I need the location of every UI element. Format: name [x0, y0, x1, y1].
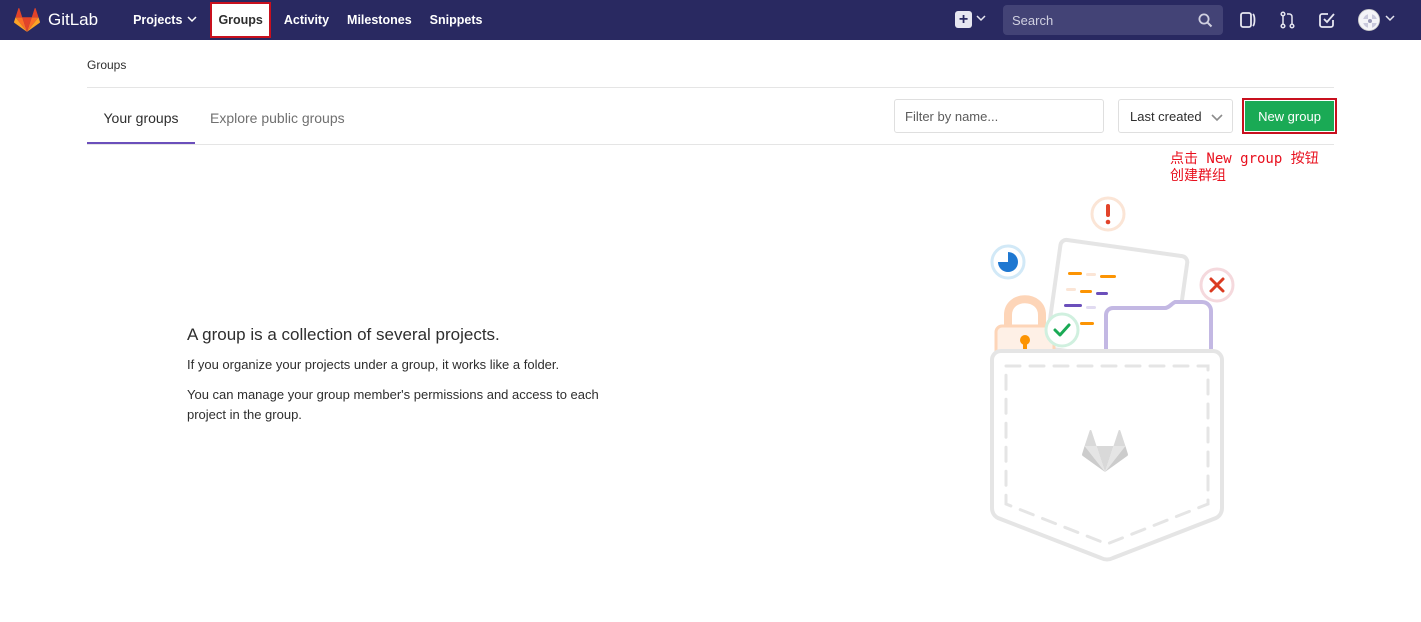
chevron-down-icon: [187, 15, 197, 26]
chevron-down-icon: [976, 14, 986, 25]
empty-state-title: A group is a collection of several proje…: [187, 325, 500, 344]
search-input[interactable]: [1012, 12, 1192, 28]
tab-explore-public-groups[interactable]: Explore public groups: [210, 110, 345, 126]
sort-selected-label: Last created: [1130, 108, 1202, 124]
avatar-pattern-icon: [1359, 10, 1379, 30]
nav-snippets-label: Snippets: [429, 13, 483, 27]
chevron-down-icon[interactable]: [1385, 14, 1395, 25]
top-navbar: GitLab Projects Groups Activity Mileston…: [0, 0, 1421, 40]
empty-state-paragraph-2: You can manage your group member's permi…: [187, 387, 599, 422]
new-dropdown-button[interactable]: +: [955, 11, 986, 28]
annotation-note: 点击 New group 按钮 创建群组: [1170, 151, 1319, 184]
search-box[interactable]: [1003, 5, 1223, 35]
groups-empty-illustration: [990, 196, 1235, 562]
new-group-label: New group: [1245, 101, 1334, 131]
plus-icon: +: [955, 11, 972, 28]
todo-icon[interactable]: [1318, 11, 1336, 29]
gitlab-logo-icon: [14, 8, 40, 32]
nav-groups[interactable]: Groups: [210, 0, 271, 40]
brand-name: GitLab: [48, 10, 99, 29]
nav-projects[interactable]: Projects: [124, 0, 206, 40]
sort-dropdown[interactable]: Last created: [1118, 99, 1233, 133]
issues-icon[interactable]: [1239, 11, 1257, 29]
breadcrumb[interactable]: Groups: [87, 58, 126, 72]
nav-activity-label: Activity: [283, 13, 330, 27]
tab-explore-label: Explore public groups: [210, 110, 345, 126]
tab-your-groups-label: Your groups: [103, 110, 179, 126]
nav-snippets[interactable]: Snippets: [421, 0, 492, 40]
divider: [87, 87, 1334, 88]
empty-state-paragraph-1: If you organize your projects under a gr…: [187, 357, 560, 372]
nav-groups-label: Groups: [210, 2, 271, 38]
nav-milestones-label: Milestones: [347, 13, 412, 27]
main-nav: Projects Groups Activity Milestones Snip…: [124, 0, 491, 40]
nav-projects-label: Projects: [133, 13, 183, 27]
brand-link[interactable]: GitLab: [14, 0, 98, 40]
filter-by-name-input[interactable]: [894, 99, 1104, 133]
nav-milestones[interactable]: Milestones: [338, 0, 421, 40]
new-group-button[interactable]: New group: [1242, 98, 1337, 134]
divider: [87, 144, 1334, 145]
tab-your-groups[interactable]: Your groups: [87, 110, 195, 145]
chevron-down-icon: [1211, 110, 1223, 125]
search-icon[interactable]: [1198, 13, 1213, 28]
avatar[interactable]: [1358, 9, 1380, 31]
nav-activity[interactable]: Activity: [275, 0, 338, 40]
merge-request-icon[interactable]: [1279, 11, 1297, 29]
